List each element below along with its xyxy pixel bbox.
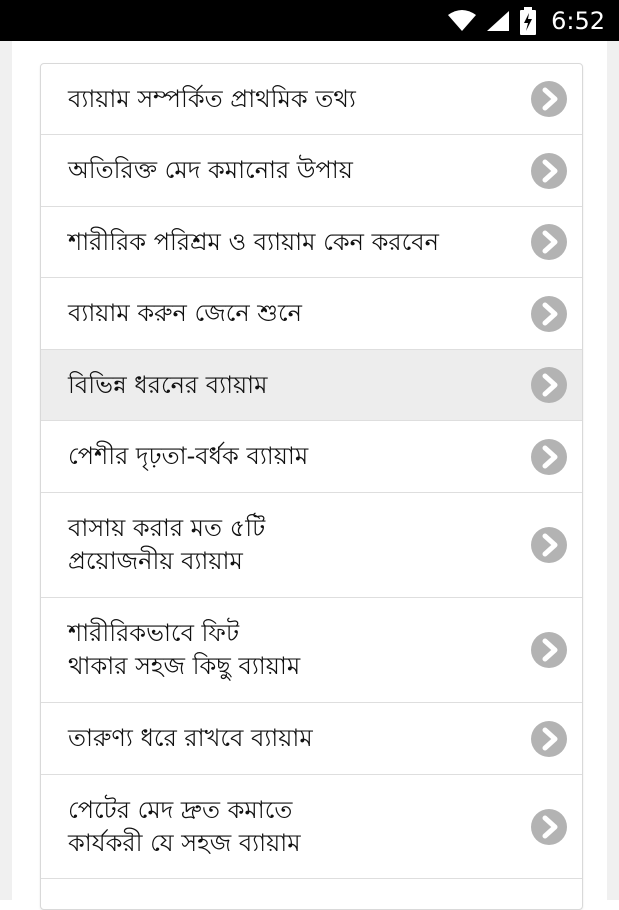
wifi-icon (448, 9, 477, 31)
topic-list: ব্যায়াম সম্পর্কিত প্রাথমিক তথ্য অতিরিক্ত… (40, 63, 583, 910)
list-item[interactable] (41, 879, 582, 909)
battery-charging-icon (520, 6, 537, 35)
list-item-label: অতিরিক্ত মেদ কমানোর উপায় (68, 156, 353, 184)
chevron-right-circle-icon (531, 224, 567, 260)
list-item[interactable]: তারুণ্য ধরে রাখবে ব্যায়াম (41, 703, 582, 775)
list-item[interactable]: বাসায় করার মত ৫টি প্রয়োজনীয় ব্যায়াম (41, 493, 582, 598)
status-icons: 6:52 (447, 0, 605, 41)
status-time: 6:52 (551, 6, 605, 35)
list-item-label: ব্যায়াম সম্পর্কিত প্রাথমিক তথ্য (68, 84, 356, 113)
list-item[interactable]: অতিরিক্ত মেদ কমানোর উপায় (41, 135, 582, 207)
chevron-right-circle-icon (531, 295, 567, 332)
list-item-label: শারীরিকভাবে ফিট থাকার সহজ কিছু ব্যায়াম (68, 619, 301, 680)
chevron-right-circle-icon (531, 152, 567, 189)
chevron-right-circle-icon (531, 367, 567, 403)
list-item[interactable]: ব্যায়াম সম্পর্কিত প্রাথমিক তথ্য (41, 64, 582, 135)
chevron-right-circle-icon (531, 438, 567, 475)
list-item[interactable]: বিভিন্ন ধরনের ব্যায়াম (41, 350, 582, 421)
chevron-right-circle-icon (531, 527, 567, 563)
list-item-label: পেশীর দৃঢ়তা-বর্ধক ব্যায়াম (68, 442, 309, 470)
signal-icon (487, 10, 510, 31)
list-item[interactable]: ব্যায়াম করুন জেনে শুনে (41, 278, 582, 350)
list-item[interactable]: শারীরিক পরিশ্রম ও ব্যায়াম কেন করবেন (41, 207, 582, 278)
panel-edge-right (607, 41, 619, 900)
panel-edge-left (0, 41, 12, 900)
list-item[interactable]: শারীরিকভাবে ফিট থাকার সহজ কিছু ব্যায়াম (41, 598, 582, 703)
list-item-label: ব্যায়াম করুন জেনে শুনে (68, 299, 302, 327)
chevron-right-circle-icon (531, 81, 567, 117)
app-content: ব্যায়াম সম্পর্কিত প্রাথমিক তথ্য অতিরিক্ত… (0, 41, 619, 910)
chevron-right-circle-icon (531, 632, 567, 668)
list-item-label: বিভিন্ন ধরনের ব্যায়াম (68, 370, 268, 399)
status-bar: 6:52 (0, 0, 619, 41)
list-item[interactable]: পেশীর দৃঢ়তা-বর্ধক ব্যায়াম (41, 421, 582, 493)
chevron-right-circle-icon (531, 808, 567, 845)
list-item[interactable]: পেটের মেদ দ্রুত কমাতে কার্যকরী যে সহজ ব্… (41, 775, 582, 879)
list-item-label: বাসায় করার মত ৫টি প্রয়োজনীয় ব্যায়াম (68, 514, 266, 575)
list-item-label: পেটের মেদ দ্রুত কমাতে কার্যকরী যে সহজ ব্… (68, 795, 301, 857)
chevron-right-circle-icon (531, 720, 567, 757)
list-item-label: শারীরিক পরিশ্রম ও ব্যায়াম কেন করবেন (68, 227, 439, 256)
list-item-label: তারুণ্য ধরে রাখবে ব্যায়াম (68, 724, 313, 752)
